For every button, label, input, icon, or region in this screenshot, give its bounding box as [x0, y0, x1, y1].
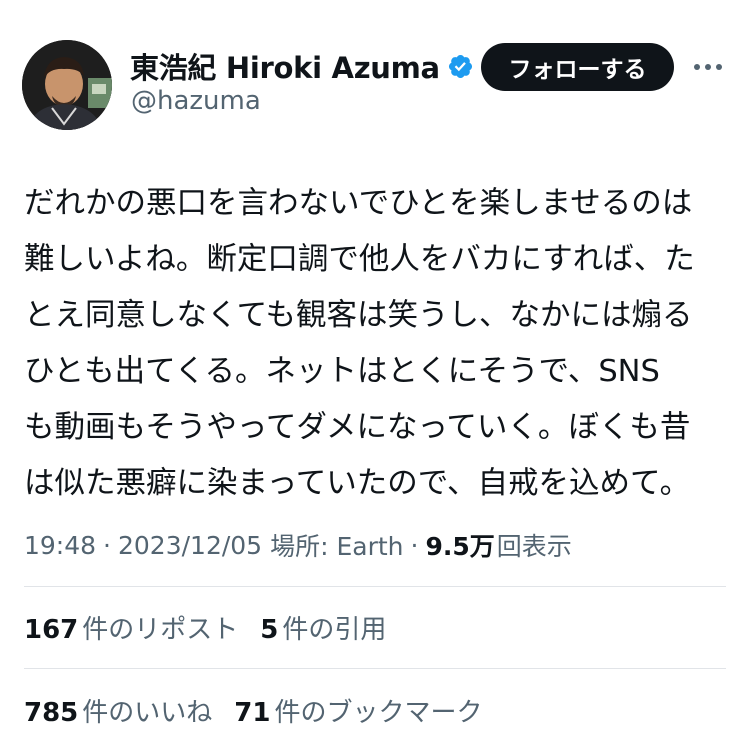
reposts-stat[interactable]: 167 件のリポスト	[24, 609, 238, 646]
bookmarks-count: 71	[234, 697, 271, 728]
author-handle[interactable]: @hazuma	[131, 86, 261, 116]
like-bookmark-stats: 785 件のいいね 71 件のブックマーク	[24, 691, 505, 729]
likes-stat[interactable]: 785 件のいいね	[24, 692, 212, 729]
author-name-row: 東浩紀 Hiroki Azuma	[130, 46, 474, 86]
tweet-text: だれかの悪口を言わないでひとを楽しませるのは 難しいよね。断定口調で他人をバカに…	[24, 176, 724, 512]
quotes-count: 5	[260, 614, 279, 645]
reposts-label: 件のリポスト	[82, 614, 239, 645]
quotes-stat[interactable]: 5 件の引用	[260, 609, 386, 646]
follow-button[interactable]: フォローする	[481, 43, 674, 91]
divider	[24, 586, 726, 587]
meta-separator: ·	[410, 530, 419, 560]
bookmarks-label: 件のブックマーク	[274, 697, 483, 728]
tweet-date[interactable]: 2023/12/05	[118, 531, 262, 560]
tweet-meta: 19:48 · 2023/12/05 場所: Earth · 9.5万 回表示	[24, 527, 572, 563]
meta-separator: ·	[103, 530, 111, 560]
likes-count: 785	[24, 697, 79, 728]
tweet-text-line: とえ同意しなくても観客は笑うし、なかには煽る	[24, 298, 693, 333]
tweet-text-line: 難しいよね。断定口調で他人をバカにすれば、た	[24, 242, 695, 277]
reposts-count: 167	[24, 614, 79, 645]
tweet-location: 場所: Earth	[270, 532, 404, 561]
tweet-text-line: は似た悪癖に染まっていたので、自戒を込めて。	[24, 466, 691, 501]
quotes-label: 件の引用	[282, 614, 387, 645]
views-label[interactable]: 回表示	[497, 527, 572, 563]
views-count[interactable]: 9.5万	[425, 527, 494, 563]
verified-badge-icon	[447, 53, 474, 80]
author-avatar[interactable]	[22, 40, 112, 130]
repost-quote-stats: 167 件のリポスト 5 件の引用	[24, 608, 408, 646]
tweet-text-line: だれかの悪口を言わないでひとを楽しませるのは	[24, 186, 693, 221]
likes-label: 件のいいね	[82, 697, 213, 728]
bookmarks-stat[interactable]: 71 件のブックマーク	[234, 692, 482, 729]
tweet-text-line: も動画もそうやってダメになっていく。ぼくも昔	[24, 410, 691, 445]
tweet-text-line: ひとも出てくる。ネットはとくにそうで、SNS	[24, 354, 660, 389]
more-options-icon[interactable]	[690, 55, 726, 79]
author-display-name[interactable]: 東浩紀 Hiroki Azuma	[130, 45, 440, 87]
tweet-time[interactable]: 19:48	[24, 531, 96, 560]
avatar-image	[22, 40, 112, 130]
divider	[24, 668, 726, 669]
